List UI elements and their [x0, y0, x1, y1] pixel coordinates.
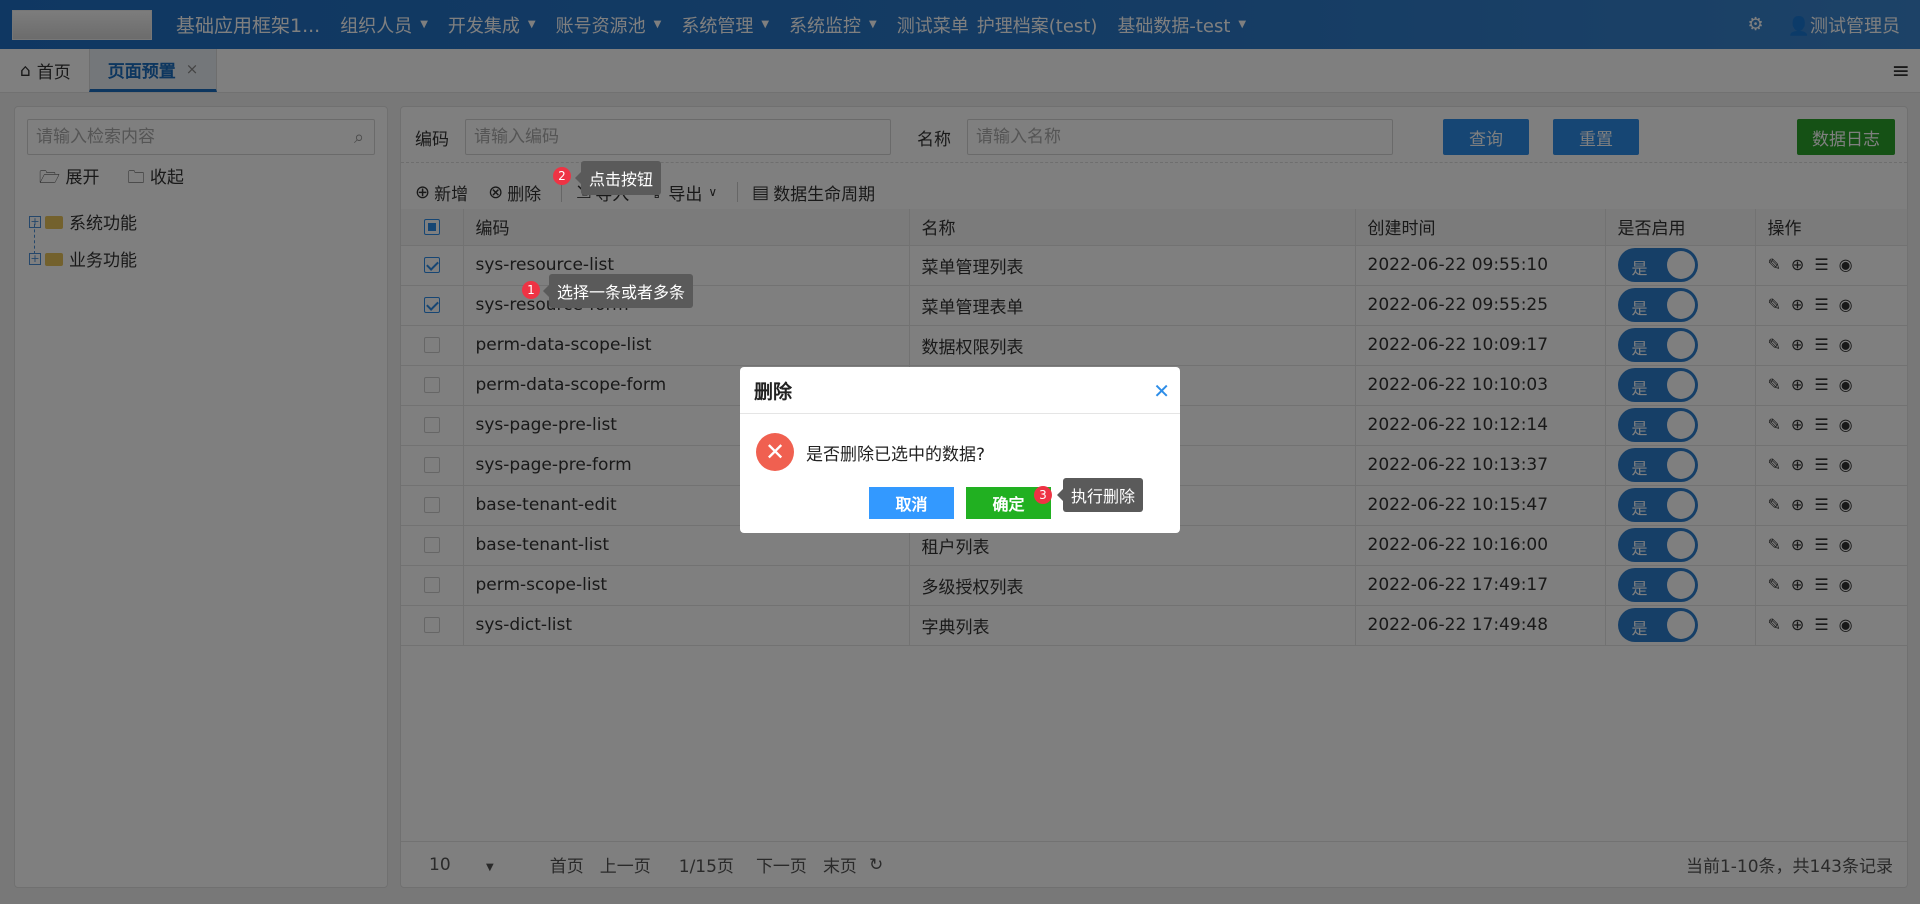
guide-tooltip: 选择一条或者多条 — [542, 274, 694, 308]
guide-tooltip: 执行删除 — [1056, 478, 1144, 512]
step-badge: 1 — [522, 281, 540, 299]
step-badge: 2 — [553, 167, 571, 185]
step-badge: 3 — [1034, 486, 1052, 504]
dialog-body: ✕ 是否删除已选中的数据? — [756, 433, 985, 471]
cancel-button[interactable]: 取消 — [869, 487, 954, 519]
close-icon[interactable]: ✕ — [1153, 379, 1170, 403]
dialog-message: 是否删除已选中的数据? — [806, 444, 986, 465]
error-icon: ✕ — [756, 433, 794, 471]
dialog-title: 删除 — [740, 367, 1180, 414]
guide-tooltip: 点击按钮 — [574, 161, 662, 195]
